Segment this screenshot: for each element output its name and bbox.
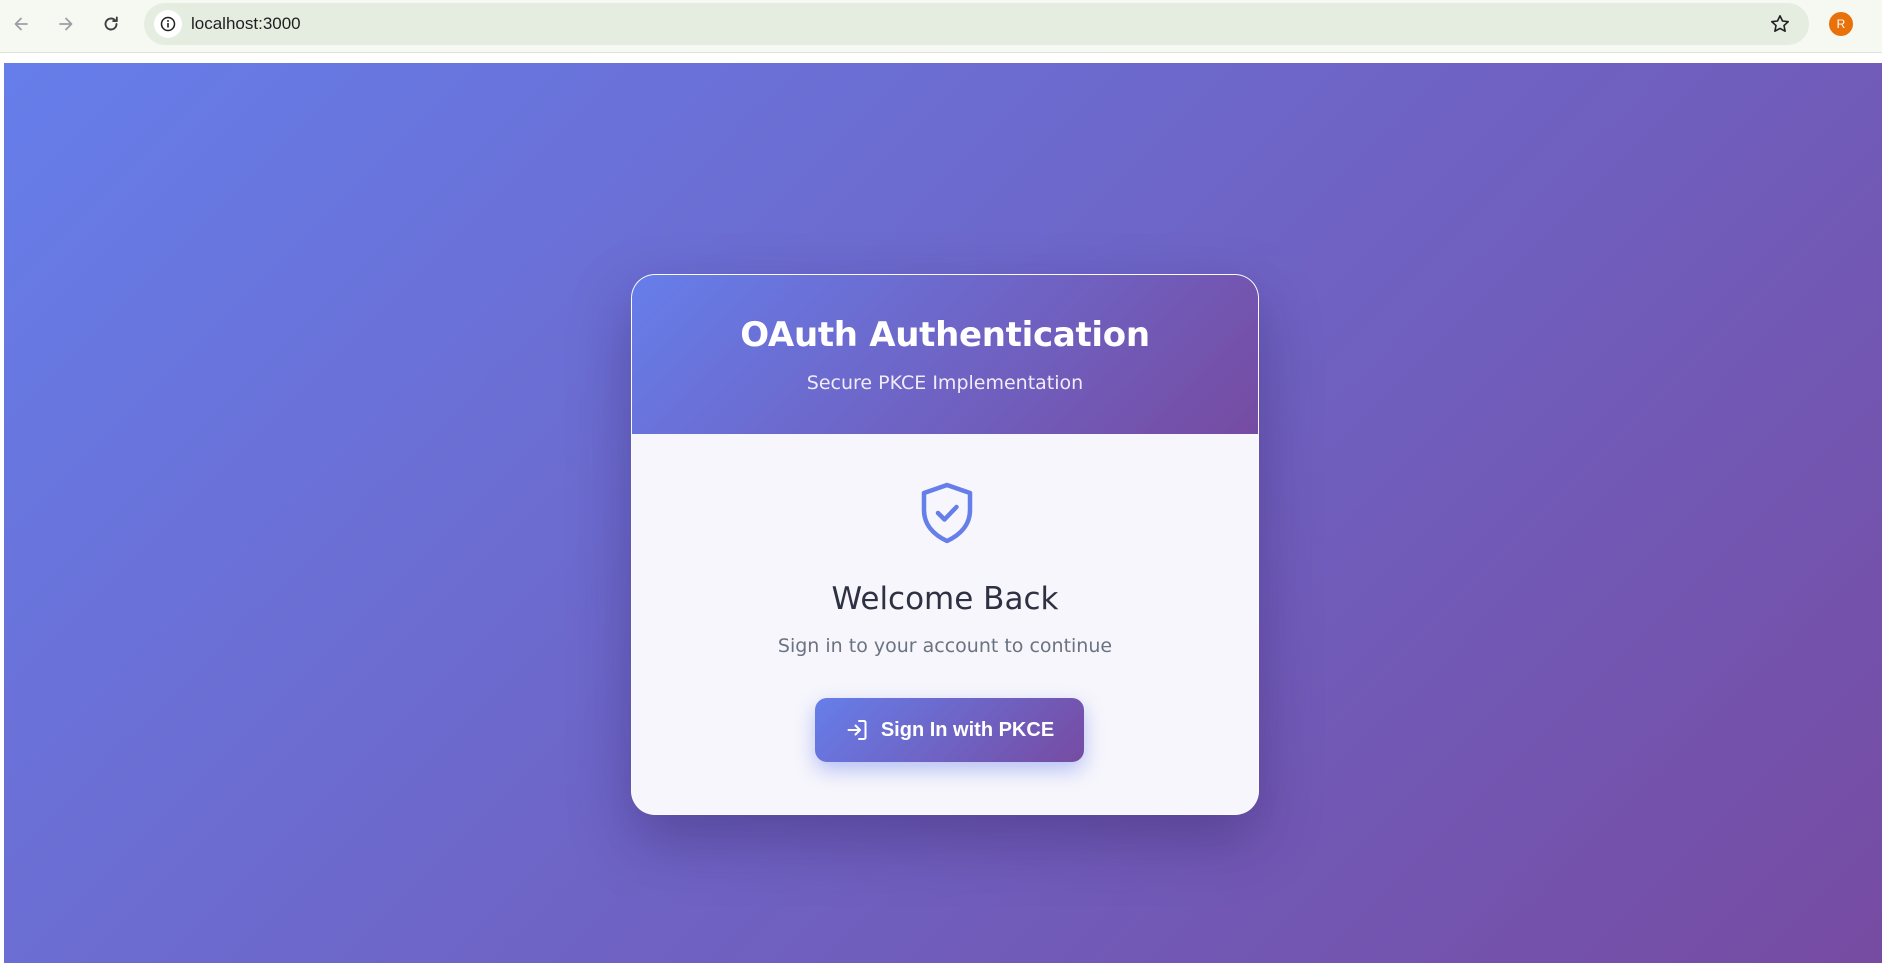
login-card: OAuth Authentication Secure PKCE Impleme…	[631, 274, 1259, 815]
card-header: OAuth Authentication Secure PKCE Impleme…	[632, 275, 1258, 434]
back-arrow-icon	[14, 17, 28, 31]
forward-arrow-icon	[59, 17, 73, 31]
site-info-icon	[160, 16, 176, 32]
reload-icon	[104, 16, 118, 31]
welcome-description: Sign in to your account to continue	[777, 635, 1113, 657]
shield-check-icon	[921, 482, 973, 544]
sign-in-button-label: Sign In with PKCE	[880, 718, 1055, 741]
browser-toolbar: localhost:3000 R	[0, 0, 1882, 53]
reload-button[interactable]	[96, 9, 126, 39]
bookmark-star-icon	[1771, 15, 1789, 32]
bookmark-button[interactable]	[1769, 13, 1791, 35]
back-button[interactable]	[6, 9, 36, 39]
welcome-heading: Welcome Back	[831, 581, 1059, 617]
page-title: OAuth Authentication	[740, 315, 1150, 355]
site-info-button[interactable]	[154, 10, 182, 38]
url-text[interactable]: localhost:3000	[191, 3, 301, 45]
page-background: OAuth Authentication Secure PKCE Impleme…	[4, 63, 1882, 963]
page-subtitle: Secure PKCE Implementation	[806, 372, 1084, 394]
profile-avatar[interactable]: R	[1829, 12, 1853, 36]
address-bar[interactable]: localhost:3000	[144, 3, 1809, 45]
sign-in-button[interactable]: Sign In with PKCE	[815, 698, 1084, 762]
sign-in-icon	[845, 718, 869, 742]
forward-button[interactable]	[51, 9, 81, 39]
